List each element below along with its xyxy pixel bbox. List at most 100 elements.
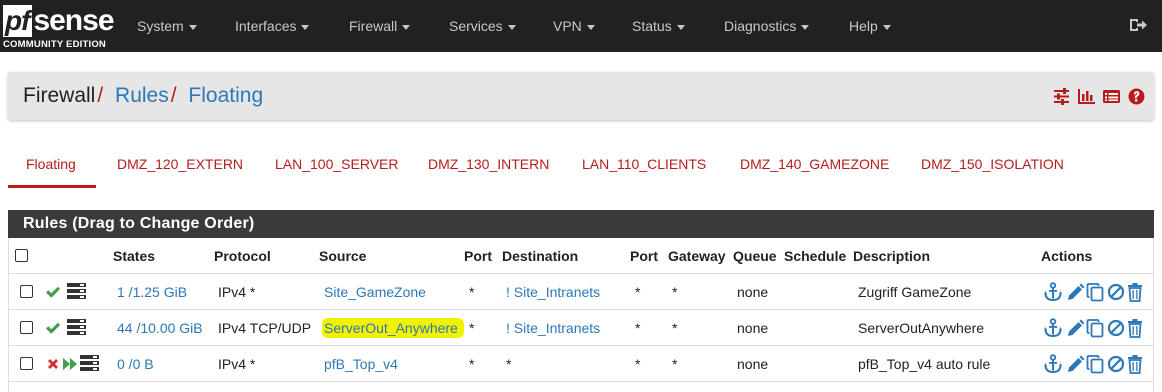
anchor-icon[interactable] xyxy=(1044,318,1062,338)
trash-icon[interactable] xyxy=(1126,282,1144,302)
destination-port-cell: * xyxy=(635,284,641,300)
logo-edition-text: COMMUNITY EDITION xyxy=(3,39,106,50)
nav-vpn-label: VPN xyxy=(553,18,582,34)
queue-cell: none xyxy=(737,320,769,336)
sliders-icon[interactable] xyxy=(1052,87,1071,106)
row-select-checkbox[interactable] xyxy=(20,285,33,298)
gateway-cell: * xyxy=(672,320,678,336)
protocol-cell: IPv4 TCP/UDP xyxy=(218,320,312,336)
logo-pf-text: pf xyxy=(3,5,33,37)
nav-help-label: Help xyxy=(849,18,878,34)
quick-forward-icon[interactable] xyxy=(62,357,78,371)
pencil-icon[interactable] xyxy=(1066,354,1084,374)
source-link[interactable]: Site_GameZone xyxy=(324,274,426,310)
top-navbar: pf sense COMMUNITY EDITION System Interfa… xyxy=(0,0,1162,52)
rules-table: States Protocol Source Port Destination … xyxy=(8,238,1154,392)
traffic-shaper-icon[interactable] xyxy=(80,355,99,371)
nav-firewall[interactable]: Firewall xyxy=(349,0,411,52)
nav-diagnostics[interactable]: Diagnostics xyxy=(724,0,810,52)
copy-icon[interactable] xyxy=(1086,318,1104,338)
table-row-partial[interactable] xyxy=(9,381,1153,392)
tab-dmz-130-intern[interactable]: DMZ_130_INTERN xyxy=(428,142,549,188)
table-row[interactable]: 44 /10.00 GiB IPv4 TCP/UDP ServerOut_Any… xyxy=(9,309,1153,345)
caret-down-icon xyxy=(507,24,516,30)
breadcrumb-rules-link[interactable]: Rules xyxy=(115,84,169,107)
check-pass-icon[interactable] xyxy=(45,285,61,299)
list-icon[interactable] xyxy=(1102,87,1121,106)
tab-dmz-120-extern[interactable]: DMZ_120_EXTERN xyxy=(117,142,243,188)
header-icon-group xyxy=(1052,87,1146,107)
tab-dmz-140-gamezone[interactable]: DMZ_140_GAMEZONE xyxy=(740,142,889,188)
source-link-highlighted[interactable]: ServerOut_Anywhere xyxy=(322,318,464,338)
col-queue: Queue xyxy=(733,248,777,264)
breadcrumb-separator: / xyxy=(97,84,104,107)
source-link[interactable]: pfB_Top_v4 xyxy=(324,346,398,382)
disable-icon[interactable] xyxy=(1107,282,1125,302)
select-all-checkbox[interactable] xyxy=(15,249,28,262)
col-gateway: Gateway xyxy=(668,248,726,264)
table-row[interactable]: 1 /1.25 GiB IPv4 * Site_GameZone * ! Sit… xyxy=(9,273,1153,309)
bar-chart-icon[interactable] xyxy=(1077,87,1096,106)
nav-system[interactable]: System xyxy=(137,0,197,52)
caret-down-icon xyxy=(586,24,595,30)
nav-status[interactable]: Status xyxy=(632,0,685,52)
nav-help[interactable]: Help xyxy=(849,0,891,52)
states-link[interactable]: 0 /0 B xyxy=(117,346,154,382)
nav-interfaces[interactable]: Interfaces xyxy=(235,0,310,52)
gateway-cell: * xyxy=(672,356,678,372)
tab-dmz-150-isolation[interactable]: DMZ_150_ISOLATION xyxy=(921,142,1064,188)
destination-link[interactable]: ! Site_Intranets xyxy=(506,274,600,310)
breadcrumb-firewall: Firewall xyxy=(23,84,96,107)
source-cell: ServerOut_Anywhere xyxy=(322,310,464,346)
protocol-cell: IPv4 * xyxy=(218,284,256,300)
disable-icon[interactable] xyxy=(1107,318,1125,338)
col-destination: Destination xyxy=(502,248,579,264)
trash-icon[interactable] xyxy=(1126,354,1144,374)
queue-cell: none xyxy=(737,284,769,300)
states-link[interactable]: 1 /1.25 GiB xyxy=(117,274,187,310)
source-port-cell: * xyxy=(469,356,475,372)
table-row[interactable]: 0 /0 B IPv4 * pfB_Top_v4 * * * * none pf… xyxy=(9,345,1153,381)
traffic-shaper-icon[interactable] xyxy=(67,283,86,299)
block-x-icon[interactable] xyxy=(46,357,60,371)
col-destination-port: Port xyxy=(630,248,658,264)
help-icon[interactable] xyxy=(1127,87,1146,106)
col-protocol: Protocol xyxy=(214,248,271,264)
source-port-cell: * xyxy=(469,284,475,300)
description-cell: Zugriff GameZone xyxy=(858,284,972,300)
tab-floating[interactable]: Floating xyxy=(8,142,96,188)
pencil-icon[interactable] xyxy=(1066,318,1084,338)
destination-port-cell: * xyxy=(635,320,641,336)
breadcrumb-floating-link[interactable]: Floating xyxy=(188,84,263,107)
pencil-icon[interactable] xyxy=(1066,282,1084,302)
col-actions: Actions xyxy=(1041,248,1093,264)
states-link[interactable]: 44 /10.00 GiB xyxy=(117,310,203,346)
tab-lan-110-clients[interactable]: LAN_110_CLIENTS xyxy=(582,142,706,188)
sign-out-icon[interactable] xyxy=(1128,15,1148,35)
traffic-shaper-icon[interactable] xyxy=(67,319,86,335)
row-select-checkbox[interactable] xyxy=(20,357,33,370)
col-description: Description xyxy=(853,248,931,264)
check-pass-icon[interactable] xyxy=(45,321,61,335)
nav-vpn[interactable]: VPN xyxy=(553,0,595,52)
tab-lan-100-server[interactable]: LAN_100_SERVER xyxy=(275,142,398,188)
source-port-cell: * xyxy=(469,320,475,336)
anchor-icon[interactable] xyxy=(1044,354,1062,374)
copy-icon[interactable] xyxy=(1086,354,1104,374)
nav-services[interactable]: Services xyxy=(449,0,516,52)
queue-cell: none xyxy=(737,356,769,372)
rules-panel-title: Rules (Drag to Change Order) xyxy=(8,210,1154,238)
description-cell: pfB_Top_v4 auto rule xyxy=(858,356,991,372)
pfsense-logo[interactable]: pf sense COMMUNITY EDITION xyxy=(3,2,115,50)
anchor-icon[interactable] xyxy=(1044,282,1062,302)
destination-link[interactable]: ! Site_Intranets xyxy=(506,310,600,346)
copy-icon[interactable] xyxy=(1086,282,1104,302)
caret-down-icon xyxy=(188,24,197,30)
caret-down-icon xyxy=(301,24,310,30)
trash-icon[interactable] xyxy=(1126,318,1144,338)
disable-icon[interactable] xyxy=(1107,354,1125,374)
row-select-checkbox[interactable] xyxy=(20,321,33,334)
breadcrumb: Firewall/ Rules/ Floating xyxy=(23,84,263,108)
logo-sense-text: sense xyxy=(33,4,114,37)
description-cell: ServerOutAnywhere xyxy=(858,320,985,336)
